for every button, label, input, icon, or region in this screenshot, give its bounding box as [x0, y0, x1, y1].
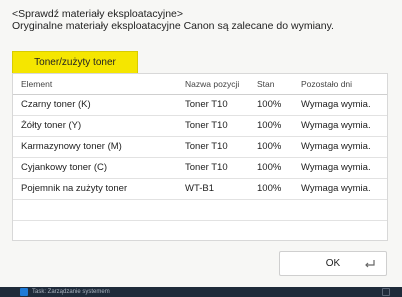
row-item-name: Toner T10: [185, 120, 228, 131]
row-remaining: Wymaga wymia.: [301, 120, 371, 131]
status-text: Task: Zarządzanie systemem: [32, 289, 110, 295]
row-item-name: WT-B1: [185, 183, 215, 194]
row-status: 100%: [257, 120, 282, 131]
row-status: 100%: [257, 162, 282, 173]
table-row[interactable]: Karmazynowy toner (M) Toner T10 100% Wym…: [13, 137, 387, 158]
table-header: Element Nazwa pozycji Stan Pozostało dni: [13, 74, 387, 95]
row-element: Pojemnik na zużyty toner: [21, 183, 128, 194]
return-icon: [365, 260, 375, 268]
table-row[interactable]: Cyjankowy toner (C) Toner T10 100% Wymag…: [13, 158, 387, 179]
row-element: Cyjankowy toner (C): [21, 162, 108, 173]
table-row-empty: [13, 200, 387, 221]
row-remaining: Wymaga wymia.: [301, 99, 371, 110]
ok-button-label: OK: [325, 258, 341, 269]
row-remaining: Wymaga wymia.: [301, 141, 371, 152]
supplies-screen: <Sprawdź materiały eksploatacyjne> Orygi…: [0, 0, 402, 297]
table-row[interactable]: Żółty toner (Y) Toner T10 100% Wymaga wy…: [13, 116, 387, 137]
header: <Sprawdź materiały eksploatacyjne> Orygi…: [12, 8, 334, 32]
supplies-table: Element Nazwa pozycji Stan Pozostało dni…: [12, 73, 388, 241]
table-row[interactable]: Pojemnik na zużyty toner WT-B1 100% Wyma…: [13, 179, 387, 200]
row-status: 100%: [257, 99, 282, 110]
header-subtitle: Oryginalne materiały eksploatacyjne Cano…: [12, 20, 334, 32]
ok-button[interactable]: OK: [279, 251, 387, 276]
column-header-remaining: Pozostało dni: [301, 79, 353, 89]
column-header-item-name: Nazwa pozycji: [185, 79, 240, 89]
row-status: 100%: [257, 141, 282, 152]
row-element: Czarny toner (K): [21, 99, 91, 110]
row-status: 100%: [257, 183, 282, 194]
row-item-name: Toner T10: [185, 141, 228, 152]
row-remaining: Wymaga wymia.: [301, 162, 371, 173]
tab-toner[interactable]: Toner/zużyty toner: [12, 51, 138, 73]
row-item-name: Toner T10: [185, 99, 228, 110]
column-header-status: Stan: [257, 79, 275, 89]
row-element: Żółty toner (Y): [21, 120, 82, 131]
status-bar: Task: Zarządzanie systemem: [0, 287, 402, 297]
table-row[interactable]: Czarny toner (K) Toner T10 100% Wymaga w…: [13, 95, 387, 116]
column-header-element: Element: [21, 79, 53, 89]
header-title: <Sprawdź materiały eksploatacyjne>: [12, 8, 184, 20]
status-icon[interactable]: [20, 288, 28, 296]
row-item-name: Toner T10: [185, 162, 228, 173]
row-element: Karmazynowy toner (M): [21, 141, 122, 152]
row-remaining: Wymaga wymia.: [301, 183, 371, 194]
status-indicator-icon[interactable]: [382, 288, 390, 296]
